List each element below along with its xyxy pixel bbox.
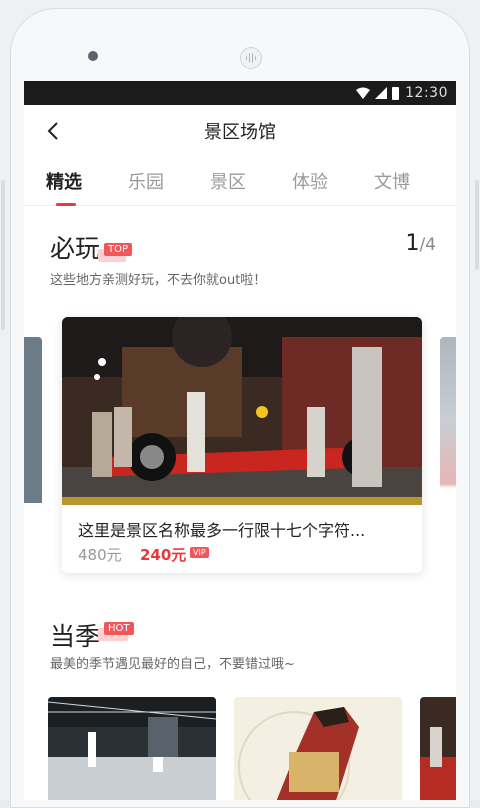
top-badge: TOP bbox=[104, 243, 133, 256]
tab-label: 文博 bbox=[374, 172, 410, 193]
signal-icon bbox=[375, 87, 388, 99]
seasonal-list bbox=[48, 697, 456, 800]
carousel[interactable]: 这里是景区名称最多一行限十七个字符... 480元 240元 VIP bbox=[24, 317, 456, 577]
status-bar: 12:30 bbox=[24, 81, 456, 105]
section-subtitle: 这些地方亲测好玩，不去你就out啦！ bbox=[50, 273, 267, 288]
device-side-button bbox=[1, 180, 5, 330]
back-icon[interactable] bbox=[44, 121, 64, 141]
tab-label: 体验 bbox=[292, 172, 328, 193]
carousel-prev-card[interactable] bbox=[24, 337, 42, 537]
scenic-name: 这里是景区名称最多一行限十七个字符... bbox=[78, 521, 366, 540]
tab-park[interactable]: 乐园 bbox=[128, 168, 210, 194]
front-camera bbox=[88, 51, 98, 61]
section-subtitle: 最美的季节遇见最好的自己，不要错过哦~ bbox=[50, 657, 295, 672]
pager-current: 1 bbox=[405, 231, 420, 256]
seasonal-item-next[interactable] bbox=[420, 697, 456, 800]
device-power-button bbox=[475, 180, 479, 270]
wifi-icon bbox=[356, 87, 371, 99]
seasonal-item-fencing[interactable] bbox=[48, 697, 216, 800]
section-header: 必玩 TOP 1/4 bbox=[24, 229, 456, 269]
tab-scenic[interactable]: 景区 bbox=[210, 168, 292, 194]
pager-total: /4 bbox=[419, 235, 436, 255]
battery-icon bbox=[392, 86, 400, 100]
tab-label: 景区 bbox=[210, 172, 246, 193]
section-must-play: 必玩 TOP 1/4 这些地方亲测好玩，不去你就out啦！ 这里是景区名称最多一… bbox=[24, 229, 456, 573]
tab-label: 精选 bbox=[46, 172, 82, 193]
tab-museum[interactable]: 文博 bbox=[374, 168, 456, 194]
app-screen: 12:30 景区场馆 精选 乐园 景区 体验 文博 必玩 TOP 1/4 这些地 bbox=[24, 81, 456, 800]
tab-featured[interactable]: 精选 bbox=[46, 168, 128, 206]
speaker-grille bbox=[240, 47, 262, 69]
hot-badge: HOT bbox=[104, 622, 134, 635]
tab-label: 乐园 bbox=[128, 172, 164, 193]
carousel-next-card[interactable] bbox=[440, 337, 456, 547]
scenic-card[interactable]: 这里是景区名称最多一行限十七个字符... 480元 240元 VIP bbox=[62, 317, 422, 573]
seasonal-item-shadow-puppet[interactable] bbox=[234, 697, 402, 800]
tab-active-indicator bbox=[56, 203, 76, 206]
original-price: 480元 bbox=[78, 546, 122, 564]
category-tabs: 精选 乐园 景区 体验 文博 bbox=[24, 157, 456, 206]
carousel-pager: 1/4 bbox=[405, 231, 436, 256]
section-title: 必玩 bbox=[50, 234, 101, 263]
vip-price: 240元 bbox=[140, 546, 187, 564]
device-frame: 12:30 景区场馆 精选 乐园 景区 体验 文博 必玩 TOP 1/4 这些地 bbox=[0, 0, 480, 808]
vip-badge: VIP bbox=[190, 547, 209, 558]
tab-experience[interactable]: 体验 bbox=[292, 168, 374, 194]
scenic-photo bbox=[62, 317, 422, 505]
status-time: 12:30 bbox=[405, 85, 448, 101]
nav-bar: 景区场馆 bbox=[24, 105, 456, 157]
section-title: 当季 bbox=[50, 622, 101, 651]
page-title: 景区场馆 bbox=[204, 122, 276, 143]
